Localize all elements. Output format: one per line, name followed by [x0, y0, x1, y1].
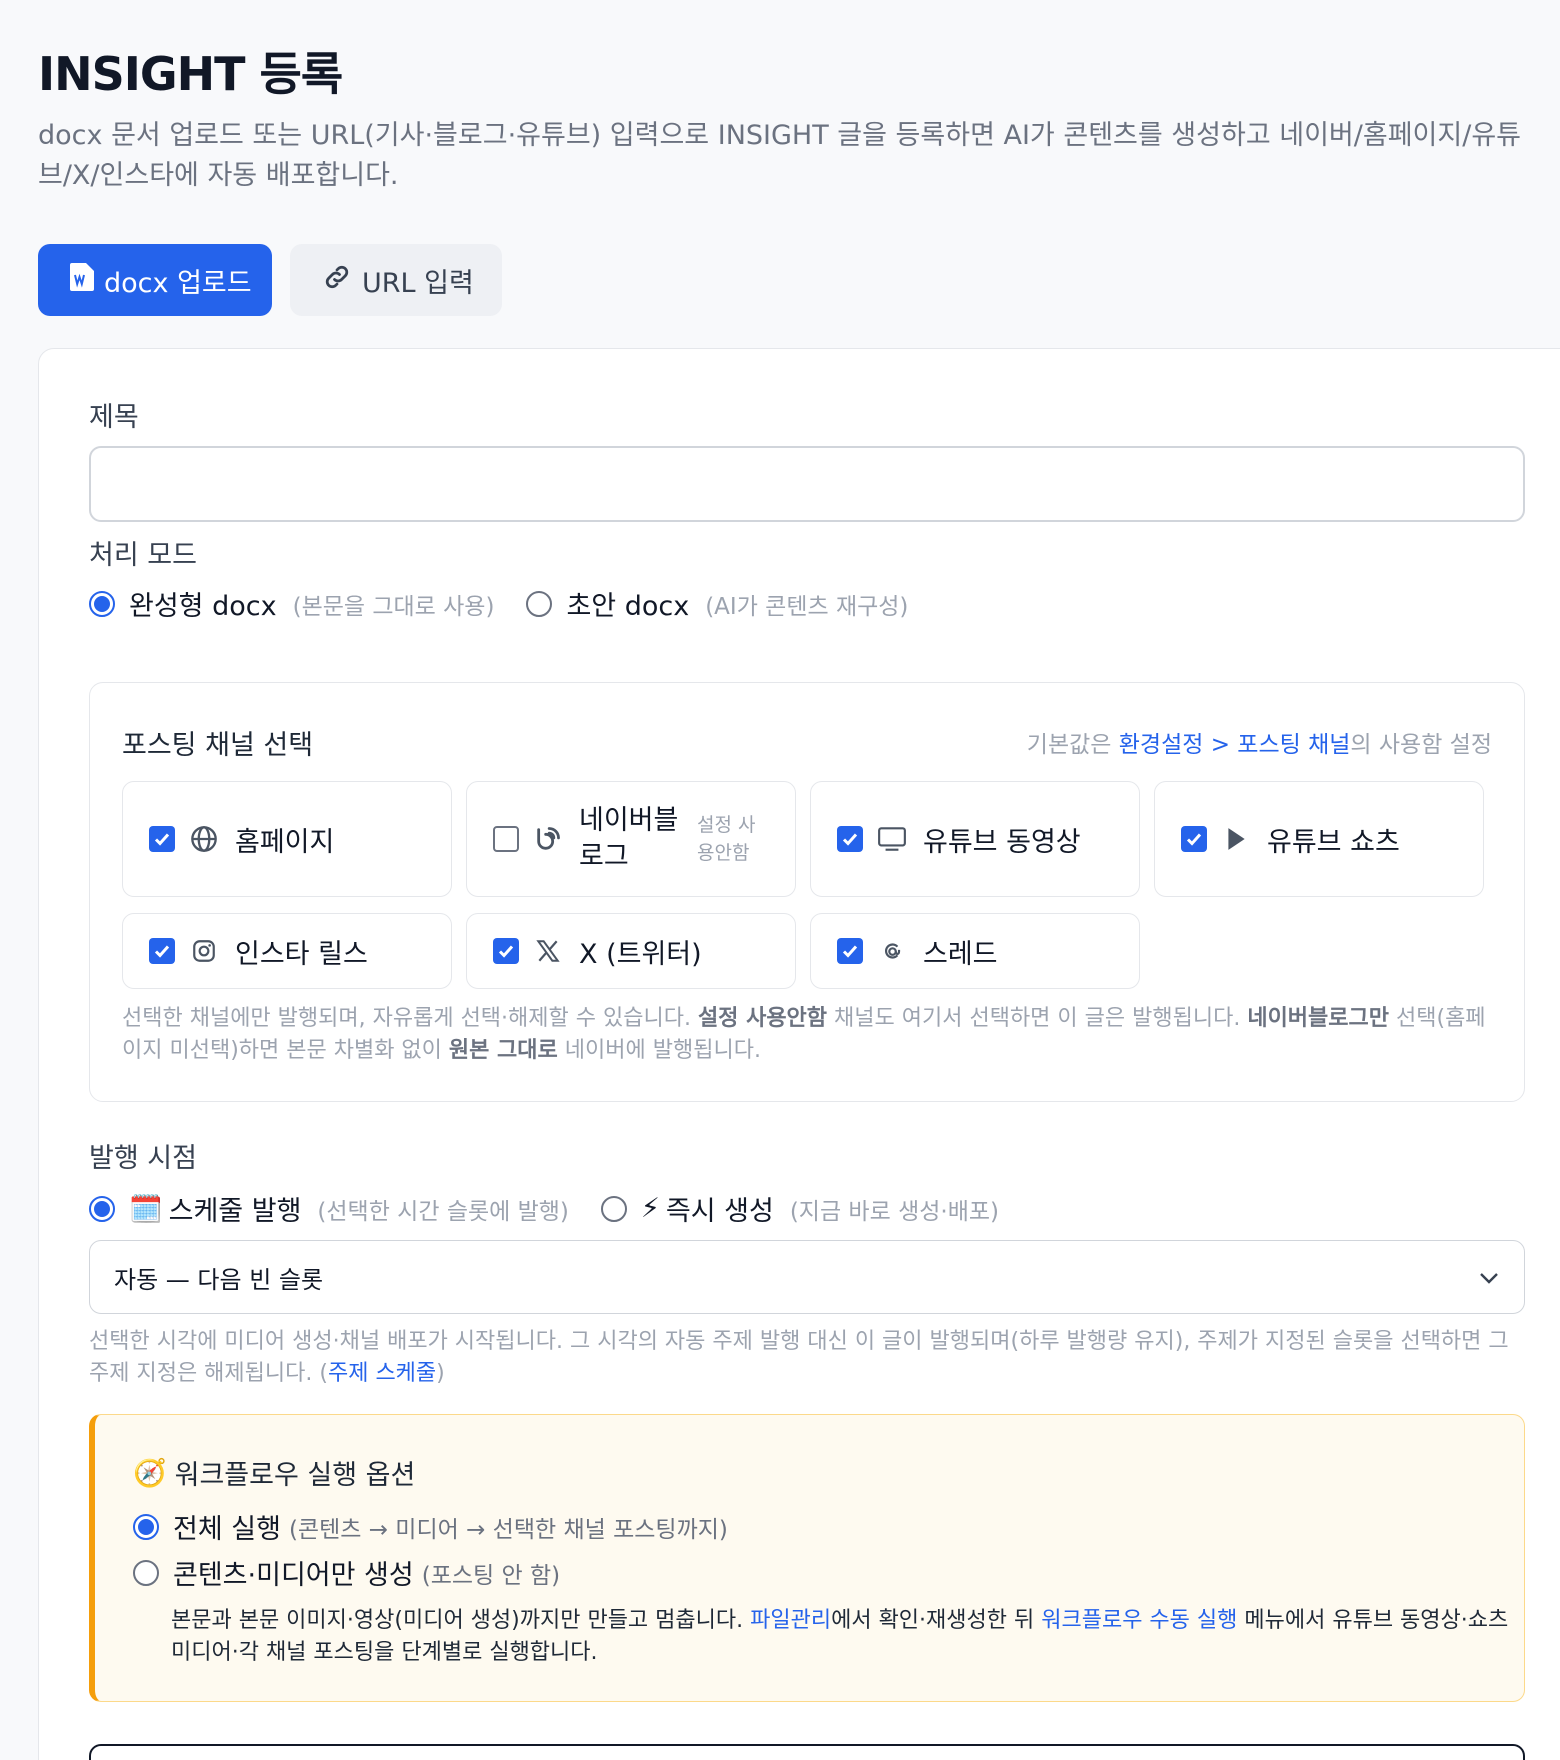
channel-naver-blog-label: 네이버블로그	[579, 805, 679, 872]
instant-generate-hint: (지금 바로 생성·배포)	[789, 1198, 999, 1225]
checkbox-homepage[interactable]	[149, 826, 175, 852]
publish-timing-label: 발행 시점	[89, 1143, 197, 1174]
channel-youtube-video-label: 유튜브 동영상	[923, 826, 1081, 858]
channel-help-part: 네이버에 발행됩니다.	[557, 1038, 761, 1063]
topic-schedule-link[interactable]: 주제 스케줄	[328, 1361, 436, 1386]
schedule-publish-hint: (선택한 시간 슬롯에 발행)	[317, 1198, 569, 1225]
workflow-content-only-label: 콘텐츠·미디어만 생성	[173, 1560, 414, 1591]
channel-instagram-reels-label: 인스타 릴스	[235, 938, 368, 970]
checkbox-youtube-shorts[interactable]	[1181, 826, 1207, 852]
workflow-option-full: 전체 실행 (콘텐츠 → 미디어 → 선택한 채널 포스팅까지)	[133, 1507, 728, 1546]
instant-generate-radio[interactable]	[600, 1195, 627, 1222]
instagram-icon	[189, 936, 219, 966]
workflow-desc-part: 본문과 본문 이미지·영상(미디어 생성)까지만 만들고 멈춥니다.	[171, 1608, 751, 1633]
channel-help-text: 선택한 채널에만 발행되며, 자유롭게 선택·해제할 수 있습니다. 설정 사용…	[122, 1003, 1502, 1067]
workflow-content-only-radio[interactable]	[133, 1559, 159, 1586]
channel-homepage-label: 홈페이지	[235, 826, 335, 858]
checkbox-threads[interactable]	[837, 938, 863, 964]
channel-instagram-reels[interactable]: 인스타 릴스	[122, 913, 452, 989]
channel-help-bold: 설정 사용안함	[697, 1006, 828, 1031]
channel-x-twitter[interactable]: X (트위터)	[466, 913, 796, 989]
channel-threads[interactable]: 스레드	[810, 913, 1140, 989]
instant-generate-label: 즉시 생성	[665, 1196, 774, 1227]
workflow-full-label: 전체 실행	[173, 1514, 281, 1545]
channel-default-note: 기본값은 환경설정 > 포스팅 채널의 사용함 설정	[1027, 725, 1492, 759]
channel-help-part: 선택한 채널에만 발행되며, 자유롭게 선택·해제할 수 있습니다.	[122, 1006, 698, 1031]
mode-draft-label: 초안 docx	[566, 591, 690, 622]
channel-threads-label: 스레드	[923, 938, 998, 970]
workflow-description: 본문과 본문 이미지·영상(미디어 생성)까지만 만들고 멈춥니다. 파일관리에…	[171, 1605, 1511, 1669]
publish-timing-options: 🗓️ 스케줄 발행 (선택한 시간 슬롯에 발행) ⚡ 즉시 생성 (지금 바로…	[89, 1189, 999, 1228]
channel-naver-blog[interactable]: 네이버블로그 설정 사용안함	[466, 781, 796, 897]
mode-complete-hint: (본문을 그대로 사용)	[292, 593, 495, 620]
title-label: 제목	[89, 402, 139, 433]
channel-note-suffix: 의 사용함 설정	[1350, 732, 1492, 758]
next-section-edge	[89, 1744, 1525, 1760]
word-file-icon	[70, 262, 94, 298]
registration-form-card: 제목 처리 모드 완성형 docx (본문을 그대로 사용) 초안 docx (…	[38, 348, 1560, 1760]
settings-channel-link[interactable]: 환경설정 > 포스팅 채널	[1119, 732, 1351, 758]
file-management-link[interactable]: 파일관리	[750, 1608, 831, 1633]
checkbox-youtube-video[interactable]	[837, 826, 863, 852]
workflow-options-box: 🧭 워크플로우 실행 옵션 전체 실행 (콘텐츠 → 미디어 → 선택한 채널 …	[89, 1414, 1525, 1702]
checkbox-instagram-reels[interactable]	[149, 938, 175, 964]
schedule-help-end: )	[436, 1361, 445, 1386]
mode-label: 처리 모드	[89, 540, 197, 571]
time-slot-select[interactable]: 자동 — 다음 빈 슬롯	[89, 1240, 1525, 1314]
tab-url-label: URL 입력	[362, 267, 474, 299]
upload-tabs: docx 업로드 URL 입력	[38, 244, 502, 316]
workflow-title-text: 워크플로우 실행 옵션	[174, 1460, 416, 1491]
channel-x-twitter-label: X (트위터)	[579, 938, 702, 970]
tab-docx-upload[interactable]: docx 업로드	[38, 244, 272, 316]
globe-icon	[189, 824, 219, 854]
mode-complete-label: 완성형 docx	[129, 591, 277, 622]
channel-title: 포스팅 채널 선택	[122, 730, 314, 761]
mode-draft-radio[interactable]	[526, 590, 553, 617]
play-icon	[1221, 824, 1251, 854]
workflow-full-radio[interactable]	[133, 1513, 159, 1540]
channel-selection-box: 포스팅 채널 선택 기본값은 환경설정 > 포스팅 채널의 사용함 설정 홈페이…	[89, 682, 1525, 1102]
mode-options: 완성형 docx (본문을 그대로 사용) 초안 docx (AI가 콘텐츠 재…	[89, 584, 908, 623]
channel-youtube-shorts-label: 유튜브 쇼츠	[1267, 826, 1400, 858]
monitor-icon	[877, 824, 907, 854]
channel-note-prefix: 기본값은	[1026, 732, 1119, 758]
mode-complete-radio[interactable]	[89, 590, 115, 617]
tab-url-input[interactable]: URL 입력	[290, 244, 502, 316]
mode-draft-hint: (AI가 콘텐츠 재구성)	[705, 593, 909, 620]
threads-icon	[877, 936, 907, 966]
time-slot-value: 자동 — 다음 빈 슬롯	[114, 1265, 324, 1294]
channel-help-bold: 원본 그대로	[448, 1038, 558, 1063]
checkbox-x-twitter[interactable]	[493, 938, 519, 964]
page-title: INSIGHT 등록	[38, 47, 343, 101]
channel-homepage[interactable]: 홈페이지	[122, 781, 452, 897]
manual-workflow-link[interactable]: 워크플로우 수동 실행	[1041, 1608, 1237, 1633]
lightning-icon: ⚡	[640, 1193, 660, 1224]
workflow-desc-part: 에서 확인·재생성한 뒤	[831, 1608, 1042, 1633]
chevron-down-icon	[1478, 1263, 1500, 1291]
schedule-publish-radio[interactable]	[89, 1195, 115, 1222]
blog-icon	[533, 824, 563, 854]
workflow-title: 🧭 워크플로우 실행 옵션	[133, 1453, 415, 1492]
calendar-icon: 🗓️	[129, 1193, 163, 1225]
tab-docx-label: docx 업로드	[104, 267, 252, 299]
compass-icon: 🧭	[133, 1457, 167, 1489]
page-description: docx 문서 업로드 또는 URL(기사·블로그·유튜브) 입력으로 INSI…	[38, 120, 1521, 191]
channel-help-bold: 네이버블로그만	[1247, 1006, 1390, 1031]
x-logo-icon	[533, 936, 563, 966]
channel-naver-blog-status: 설정 사용안함	[697, 814, 756, 864]
channel-help-part: 채널도 여기서 선택하면 이 글은 발행됩니다.	[827, 1006, 1248, 1031]
channel-youtube-shorts[interactable]: 유튜브 쇼츠	[1154, 781, 1484, 897]
checkbox-naver-blog[interactable]	[493, 826, 519, 852]
channel-youtube-video[interactable]: 유튜브 동영상	[810, 781, 1140, 897]
workflow-full-hint: (콘텐츠 → 미디어 → 선택한 채널 포스팅까지)	[288, 1516, 728, 1543]
schedule-help-part: 선택한 시각에 미디어 생성·채널 배포가 시작됩니다. 그 시각의 자동 주제…	[89, 1329, 1509, 1386]
schedule-publish-label: 스케줄 발행	[168, 1196, 302, 1227]
link-icon	[322, 262, 352, 299]
workflow-option-content-only: 콘텐츠·미디어만 생성 (포스팅 안 함)	[133, 1553, 560, 1592]
workflow-content-only-hint: (포스팅 안 함)	[421, 1562, 561, 1589]
schedule-help-text: 선택한 시각에 미디어 생성·채널 배포가 시작됩니다. 그 시각의 자동 주제…	[89, 1326, 1529, 1390]
title-input[interactable]	[89, 446, 1525, 522]
